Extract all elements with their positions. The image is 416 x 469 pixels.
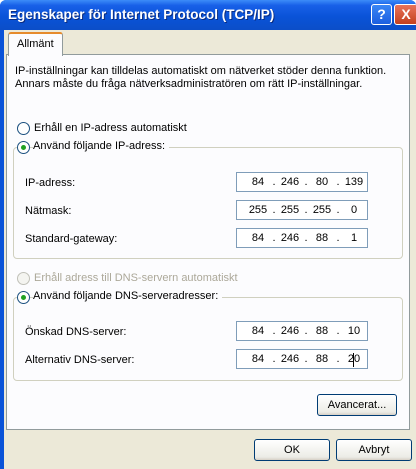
title-bar[interactable]: Egenskaper för Internet Protocol (TCP/IP… bbox=[0, 0, 416, 30]
help-icon: ? bbox=[377, 6, 386, 22]
radio-dns-auto-label[interactable]: Erhåll adress till DNS-servern automatis… bbox=[34, 272, 238, 284]
subnet-mask-label: Nätmask: bbox=[25, 205, 72, 217]
ip-octet[interactable]: 255 bbox=[245, 204, 271, 216]
radio-ip-manual-label[interactable]: Använd följande IP-adress: bbox=[33, 140, 170, 152]
tab-label: Allmänt bbox=[17, 38, 54, 50]
ok-button[interactable]: OK bbox=[254, 439, 330, 461]
ip-octet[interactable]: 88 bbox=[309, 325, 335, 337]
dialog-window: Egenskaper för Internet Protocol (TCP/IP… bbox=[0, 0, 416, 469]
ok-button-label: OK bbox=[284, 444, 300, 456]
default-gateway-label: Standard-gateway: bbox=[25, 233, 118, 245]
radio-dns-manual-label[interactable]: Använd följande DNS-serveradresser: bbox=[33, 290, 223, 302]
close-icon: X bbox=[401, 6, 411, 22]
ip-octet[interactable]: 84 bbox=[245, 232, 271, 244]
tab-allmant[interactable]: Allmänt bbox=[8, 32, 63, 56]
advanced-button-label: Avancerat... bbox=[327, 399, 387, 411]
preferred-dns-label: Önskad DNS-server: bbox=[25, 326, 127, 338]
tab-strip: Allmänt bbox=[4, 30, 416, 56]
alternate-dns-field[interactable]: 84. 246. 88. 20 bbox=[236, 349, 368, 369]
window-title: Egenskaper för Internet Protocol (TCP/IP… bbox=[8, 7, 275, 22]
ip-octet[interactable]: 246 bbox=[277, 176, 303, 188]
ip-octet[interactable]: 1 bbox=[341, 232, 367, 244]
text-caret bbox=[353, 353, 354, 367]
subnet-mask-field[interactable]: 255. 255. 255. 0 bbox=[236, 200, 368, 220]
alternate-dns-label: Alternativ DNS-server: bbox=[25, 354, 135, 366]
radio-ip-manual[interactable] bbox=[17, 141, 30, 154]
ip-octet[interactable]: 255 bbox=[277, 204, 303, 216]
help-button[interactable]: ? bbox=[371, 4, 392, 25]
default-gateway-field[interactable]: 84. 246. 88. 1 bbox=[236, 228, 368, 248]
radio-dns-auto[interactable] bbox=[17, 272, 30, 285]
ip-address-field[interactable]: 84. 246. 80. 139 bbox=[236, 172, 368, 192]
advanced-button[interactable]: Avancerat... bbox=[317, 394, 397, 416]
cancel-button-label: Avbryt bbox=[358, 444, 390, 456]
ip-octet[interactable]: 88 bbox=[309, 232, 335, 244]
ip-address-label: IP-adress: bbox=[25, 177, 76, 189]
ip-octet[interactable]: 84 bbox=[245, 353, 271, 365]
ip-octet[interactable]: 80 bbox=[309, 176, 335, 188]
close-button[interactable]: X bbox=[394, 4, 416, 25]
ip-octet[interactable]: 246 bbox=[277, 353, 303, 365]
ip-octet[interactable]: 84 bbox=[245, 176, 271, 188]
radio-ip-auto[interactable] bbox=[17, 122, 30, 135]
ip-octet[interactable]: 246 bbox=[277, 232, 303, 244]
ip-octet[interactable]: 0 bbox=[341, 204, 367, 216]
ip-octet[interactable]: 139 bbox=[341, 176, 367, 188]
ip-octet[interactable]: 255 bbox=[309, 204, 335, 216]
tab-panel: IP-inställningar kan tilldelas automatis… bbox=[6, 54, 410, 430]
ip-octet[interactable]: 84 bbox=[245, 325, 271, 337]
ip-octet[interactable]: 88 bbox=[309, 353, 335, 365]
cancel-button[interactable]: Avbryt bbox=[336, 439, 412, 461]
radio-ip-auto-label[interactable]: Erhåll en IP-adress automatiskt bbox=[34, 122, 187, 134]
preferred-dns-field[interactable]: 84. 246. 88. 10 bbox=[236, 321, 368, 341]
ip-octet[interactable]: 10 bbox=[341, 325, 367, 337]
description-text: IP-inställningar kan tilldelas automatis… bbox=[15, 65, 387, 90]
ip-octet[interactable]: 20 bbox=[341, 353, 367, 365]
radio-dns-manual[interactable] bbox=[17, 291, 30, 304]
dialog-client-area: Allmänt IP-inställningar kan tilldelas a… bbox=[4, 30, 416, 469]
ip-octet[interactable]: 246 bbox=[277, 325, 303, 337]
